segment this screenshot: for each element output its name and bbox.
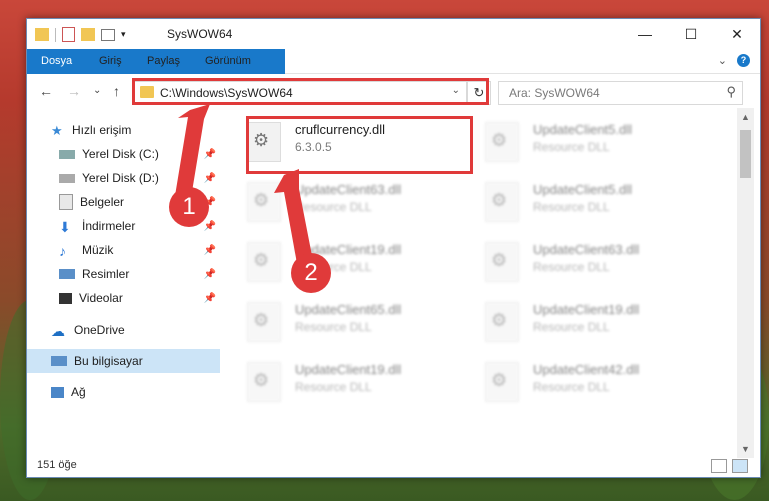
step-marker-2: 2	[291, 253, 331, 293]
annotation-arrows	[172, 104, 314, 269]
step-marker-1: 1	[169, 187, 209, 227]
explorer-window: ▾ SysWOW64 — ☐ ✕ Dosya Giriş Paylaş Görü…	[26, 18, 761, 478]
